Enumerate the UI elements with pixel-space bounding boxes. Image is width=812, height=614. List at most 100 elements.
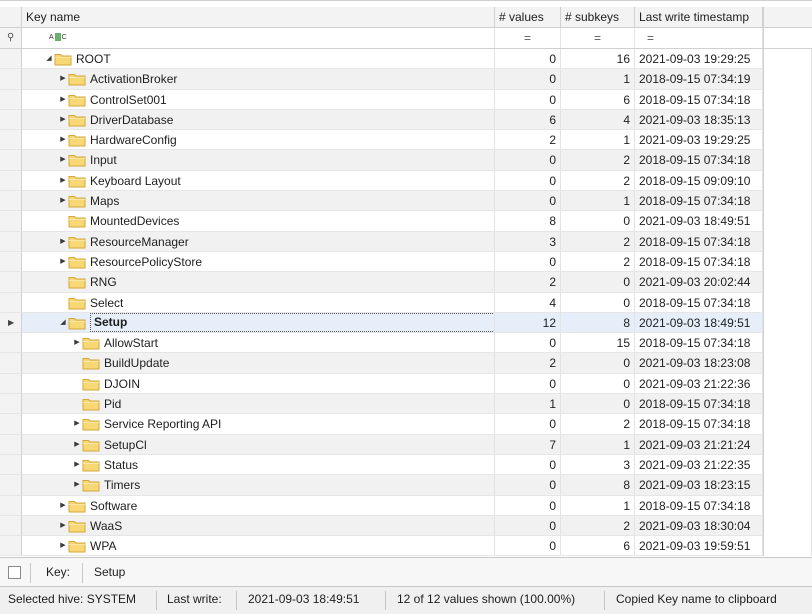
column-header-timestamp[interactable]: Last write timestamp (635, 7, 763, 27)
key-bar-checkbox[interactable] (8, 566, 21, 579)
key-name-cell[interactable]: ▶ WaaS (22, 515, 495, 537)
key-name-cell[interactable]: ▶ WPA (22, 536, 495, 557)
row-indicator-cell[interactable] (0, 272, 22, 293)
values-count-cell[interactable]: 0 (495, 536, 561, 557)
values-count-cell[interactable]: 0 (495, 475, 561, 496)
values-count-cell[interactable]: 0 (495, 333, 561, 354)
timestamp-cell[interactable]: 2021-09-03 18:23:15 (635, 475, 763, 496)
expand-arrow-icon[interactable]: ▶ (58, 90, 68, 109)
subkeys-count-cell[interactable]: 3 (561, 454, 635, 476)
expand-arrow-icon[interactable]: ▶ (72, 455, 82, 474)
table-row[interactable]: ▶ ControlSet001 0 6 2018-09-15 07:34:18 (0, 89, 812, 110)
values-count-cell[interactable]: 0 (495, 89, 561, 110)
expand-arrow-icon[interactable]: ▶ (72, 435, 82, 454)
key-name-cell[interactable]: ▶ SetupCl (22, 434, 495, 455)
row-indicator-cell[interactable] (0, 475, 22, 496)
expand-arrow-icon[interactable]: ▶ (58, 191, 68, 210)
expand-arrow-icon[interactable]: ▶ (58, 536, 68, 555)
key-name-cell[interactable]: ▶ HardwareConfig (22, 130, 495, 151)
values-count-cell[interactable]: 0 (495, 69, 561, 90)
row-indicator-cell[interactable] (0, 49, 22, 70)
table-row[interactable]: ▶ ResourceManager 3 2 2018-09-15 07:34:18 (0, 231, 812, 252)
values-count-cell[interactable]: 0 (495, 515, 561, 537)
values-count-cell[interactable]: 0 (495, 191, 561, 212)
timestamp-cell[interactable]: 2021-09-03 19:29:25 (635, 49, 763, 70)
values-count-cell[interactable]: 0 (495, 150, 561, 171)
key-name-cell[interactable]: ▶ Input (22, 150, 495, 171)
row-indicator-cell[interactable]: ▶ (0, 312, 22, 334)
row-indicator-cell[interactable] (0, 191, 22, 212)
row-indicator-cell[interactable] (0, 130, 22, 151)
key-name-cell[interactable]: ▶ Service Reporting API (22, 414, 495, 435)
table-row[interactable]: ▶ SetupCl 7 1 2021-09-03 21:21:24 (0, 434, 812, 455)
key-name-cell[interactable]: ▶ ResourceManager (22, 231, 495, 252)
expand-arrow-icon[interactable]: ▶ (72, 475, 82, 494)
timestamp-cell[interactable]: 2018-09-15 07:34:18 (635, 495, 763, 516)
table-row[interactable]: Select 4 0 2018-09-15 07:34:18 (0, 292, 812, 313)
key-name-cell[interactable]: ▶ Software (22, 495, 495, 516)
subkeys-count-cell[interactable]: 6 (561, 89, 635, 110)
key-name-cell[interactable]: DJOIN (22, 373, 495, 395)
expand-arrow-icon[interactable]: ▶ (58, 110, 68, 129)
table-row[interactable]: ▶ Timers 0 8 2021-09-03 18:23:15 (0, 475, 812, 496)
table-row[interactable]: ▶ Maps 0 1 2018-09-15 07:34:18 (0, 191, 812, 212)
table-row[interactable]: ▶ Status 0 3 2021-09-03 21:22:35 (0, 454, 812, 476)
table-row[interactable]: ▶ ◢ Setup 12 8 2021-09-03 18:49:51 (0, 312, 812, 334)
key-name-cell[interactable]: ▶ AllowStart (22, 333, 495, 354)
timestamp-cell[interactable]: 2018-09-15 07:34:18 (635, 191, 763, 212)
table-row[interactable]: ▶ DriverDatabase 6 4 2021-09-03 18:35:13 (0, 109, 812, 131)
subkeys-count-cell[interactable]: 0 (561, 272, 635, 293)
timestamp-cell[interactable]: 2018-09-15 07:34:18 (635, 89, 763, 110)
table-row[interactable]: ▶ WaaS 0 2 2021-09-03 18:30:04 (0, 515, 812, 537)
values-count-cell[interactable]: 6 (495, 109, 561, 131)
values-count-cell[interactable]: 0 (495, 373, 561, 395)
row-indicator-cell[interactable] (0, 292, 22, 313)
abc-filter-icon[interactable]: AC (49, 33, 67, 43)
timestamp-cell[interactable]: 2018-09-15 07:34:18 (635, 394, 763, 415)
table-row[interactable]: BuildUpdate 2 0 2021-09-03 18:23:08 (0, 353, 812, 374)
key-name-cell[interactable]: ▶ Maps (22, 191, 495, 212)
subkeys-count-cell[interactable]: 8 (561, 475, 635, 496)
collapse-arrow-icon[interactable]: ◢ (44, 49, 54, 68)
timestamp-cell[interactable]: 2021-09-03 19:29:25 (635, 130, 763, 151)
key-name-cell[interactable]: ▶ ControlSet001 (22, 89, 495, 110)
subkeys-count-cell[interactable]: 1 (561, 434, 635, 455)
values-count-cell[interactable]: 2 (495, 130, 561, 151)
row-indicator-cell[interactable] (0, 89, 22, 110)
expand-arrow-icon[interactable]: ▶ (58, 516, 68, 535)
row-indicator-cell[interactable] (0, 353, 22, 374)
key-name-cell[interactable]: ◢ ROOT (22, 49, 495, 70)
subkeys-count-cell[interactable]: 8 (561, 312, 635, 334)
values-count-cell[interactable]: 0 (495, 495, 561, 516)
key-name-cell[interactable]: BuildUpdate (22, 353, 495, 374)
expand-arrow-icon[interactable]: ▶ (58, 252, 68, 271)
table-row[interactable]: ▶ Input 0 2 2018-09-15 07:34:18 (0, 150, 812, 171)
subkeys-count-cell[interactable]: 2 (561, 170, 635, 192)
row-indicator-cell[interactable] (0, 394, 22, 415)
timestamp-cell[interactable]: 2018-09-15 09:09:10 (635, 170, 763, 192)
timestamp-cell[interactable]: 2021-09-03 18:35:13 (635, 109, 763, 131)
table-row[interactable]: ▶ Keyboard Layout 0 2 2018-09-15 09:09:10 (0, 170, 812, 192)
timestamp-cell[interactable]: 2021-09-03 18:49:51 (635, 211, 763, 232)
subkeys-count-cell[interactable]: 0 (561, 211, 635, 232)
table-row[interactable]: Pid 1 0 2018-09-15 07:34:18 (0, 394, 812, 415)
row-indicator-cell[interactable] (0, 454, 22, 476)
timestamp-cell[interactable]: 2021-09-03 21:21:24 (635, 434, 763, 455)
timestamp-cell[interactable]: 2018-09-15 07:34:19 (635, 69, 763, 90)
subkeys-filter-cell[interactable]: = (561, 28, 635, 48)
row-indicator-cell[interactable] (0, 536, 22, 557)
subkeys-count-cell[interactable]: 0 (561, 373, 635, 395)
table-row[interactable]: RNG 2 0 2021-09-03 20:02:44 (0, 272, 812, 293)
key-name-cell[interactable]: ◢ Setup (22, 312, 495, 334)
expand-arrow-icon[interactable]: ▶ (58, 496, 68, 515)
subkeys-count-cell[interactable]: 1 (561, 130, 635, 151)
expand-arrow-icon[interactable]: ▶ (58, 232, 68, 251)
values-count-cell[interactable]: 0 (495, 251, 561, 273)
values-count-cell[interactable]: 0 (495, 414, 561, 435)
timestamp-cell[interactable]: 2021-09-03 19:59:51 (635, 536, 763, 557)
subkeys-count-cell[interactable]: 2 (561, 414, 635, 435)
key-name-cell[interactable]: RNG (22, 272, 495, 293)
key-name-cell[interactable]: ▶ ActivationBroker (22, 69, 495, 90)
timestamp-cell[interactable]: 2021-09-03 21:22:35 (635, 454, 763, 476)
row-indicator-cell[interactable] (0, 69, 22, 90)
